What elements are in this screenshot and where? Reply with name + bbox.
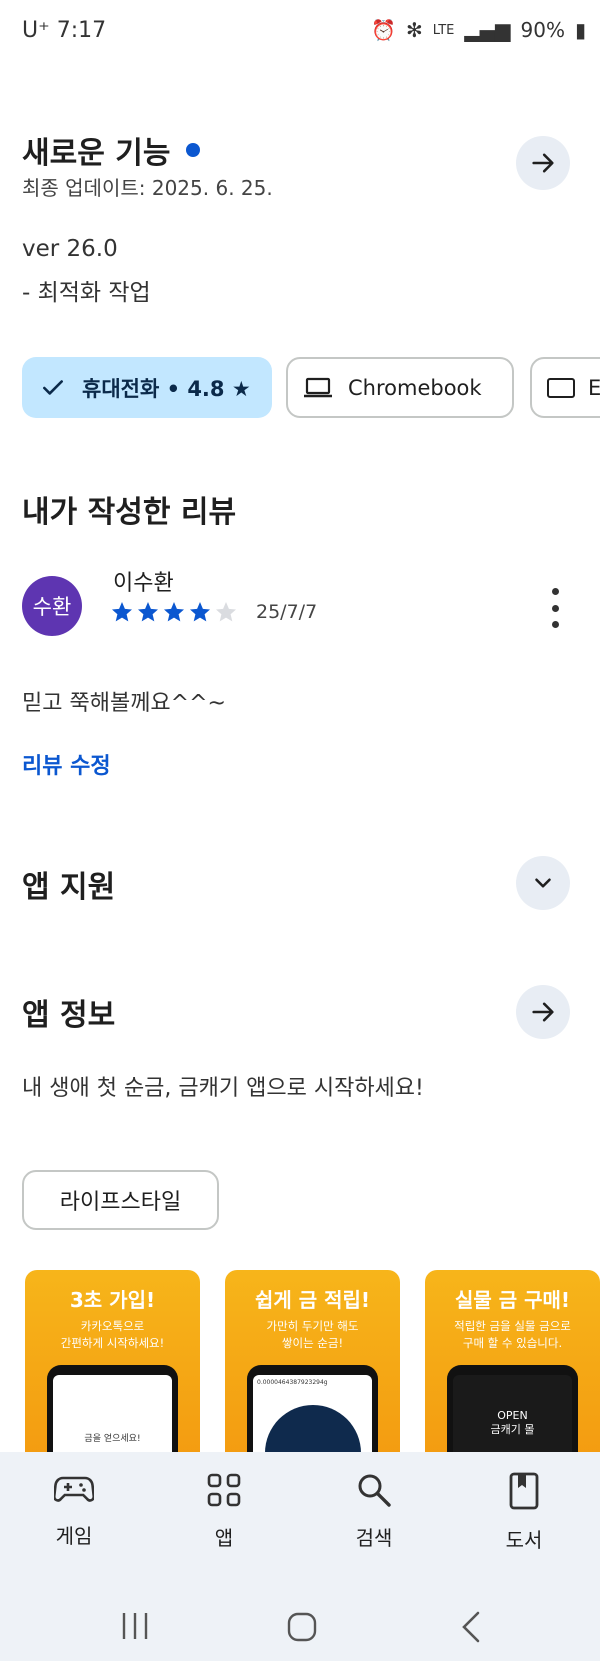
recents-icon[interactable] bbox=[120, 1611, 150, 1641]
nav-apps[interactable]: 앱 bbox=[174, 1472, 274, 1551]
avatar: 수환 bbox=[22, 576, 82, 636]
release-notes: - 최적화 작업 bbox=[22, 280, 151, 306]
star-icon bbox=[190, 602, 210, 622]
gold-counter: 0.0000464387923294g bbox=[257, 1379, 328, 1386]
clock: 7:17 bbox=[56, 18, 107, 43]
my-review-title: 내가 작성한 리뷰 bbox=[22, 495, 237, 530]
category-chip[interactable]: 라이프스타일 bbox=[22, 1170, 219, 1230]
app-support-title: 앱 지원 bbox=[22, 870, 116, 905]
review-text: 믿고 쭉해볼께요^^~ bbox=[22, 691, 226, 716]
battery-icon: ▮ bbox=[574, 18, 586, 42]
nav-games-label: 게임 bbox=[55, 1524, 93, 1548]
status-icons: ⏰ ✻ LTE ▂▄▆ 90% ▮ bbox=[371, 18, 586, 42]
arrow-right-icon bbox=[532, 1002, 554, 1022]
phone-screen: OPEN 금캐기 몰 bbox=[453, 1375, 572, 1453]
whats-new-header[interactable]: 새로운 기능 bbox=[22, 128, 200, 172]
version-text: ver 26.0 bbox=[22, 236, 118, 262]
home-icon[interactable] bbox=[286, 1611, 318, 1643]
star-icon bbox=[216, 602, 236, 622]
chip-phone-label: 휴대전화 • 4.8 ★ bbox=[82, 376, 251, 401]
more-dot-icon bbox=[551, 604, 559, 612]
app-info-title: 앱 정보 bbox=[22, 998, 116, 1033]
chip-phone[interactable]: 휴대전화 • 4.8 ★ bbox=[22, 357, 272, 418]
screenshot-carousel[interactable]: 3초 가입! 카카오톡으로 간편하게 시작하세요! 금을 얻으세요! 쉽게 금 … bbox=[25, 1270, 600, 1453]
chevron-down-icon bbox=[535, 878, 551, 888]
app-info-arrow-button[interactable] bbox=[516, 985, 570, 1039]
lte-label: LTE bbox=[432, 22, 455, 38]
phone-mockup: 금을 얻으세요! bbox=[47, 1365, 178, 1453]
screenshot-subtitle: 적립한 금을 실물 금으로 구매 할 수 있습니다. bbox=[454, 1319, 571, 1350]
carrier-label: U⁺ bbox=[22, 18, 50, 43]
nav-apps-label: 앱 bbox=[214, 1526, 234, 1550]
more-options-button[interactable] bbox=[540, 588, 570, 628]
bottom-navigation: 게임 앱 검색 도서 bbox=[0, 1452, 600, 1661]
whats-new-arrow-button[interactable] bbox=[516, 136, 570, 190]
gold-dial-graphic bbox=[265, 1405, 361, 1453]
book-icon bbox=[509, 1472, 539, 1510]
review-date: 25/7/7 bbox=[256, 601, 318, 623]
screenshot-headline: 쉽게 금 적립! bbox=[254, 1288, 371, 1312]
screenshot-headline: 실물 금 구매! bbox=[454, 1288, 571, 1312]
phone-screen: 금을 얻으세요! bbox=[53, 1375, 172, 1453]
screenshot-2[interactable]: 쉽게 금 적립! 가만히 두기만 해도 쌓이는 순금! 0.0000464387… bbox=[225, 1270, 400, 1453]
nav-search-label: 검색 bbox=[355, 1526, 393, 1550]
more-dot-icon bbox=[551, 621, 559, 628]
screen-caption: 금을 얻으세요! bbox=[84, 1434, 141, 1444]
apps-grid-icon bbox=[207, 1473, 241, 1507]
search-icon bbox=[358, 1474, 391, 1507]
star-icon bbox=[164, 602, 184, 622]
nav-books[interactable]: 도서 bbox=[474, 1472, 574, 1553]
more-dot-icon bbox=[551, 588, 559, 595]
chip-chromebook[interactable]: Chromebook bbox=[286, 357, 514, 418]
check-icon bbox=[43, 379, 63, 395]
nav-search[interactable]: 검색 bbox=[324, 1472, 424, 1551]
chip-tablet[interactable]: E bbox=[530, 357, 600, 418]
nav-books-label: 도서 bbox=[505, 1528, 543, 1552]
edit-review-link[interactable]: 리뷰 수정 bbox=[22, 748, 111, 780]
phone-mockup: OPEN 금캐기 몰 bbox=[447, 1365, 578, 1453]
new-dot bbox=[185, 143, 200, 157]
screenshot-1[interactable]: 3초 가입! 카카오톡으로 간편하게 시작하세요! 금을 얻으세요! bbox=[25, 1270, 200, 1453]
bluetooth-icon: ✻ bbox=[406, 18, 423, 42]
review-author: 이수환 bbox=[113, 571, 174, 596]
arrow-right-icon bbox=[532, 153, 554, 173]
whats-new-title: 새로운 기능 bbox=[22, 136, 171, 171]
system-navigation-bar bbox=[0, 1597, 600, 1657]
app-support-expand-button[interactable] bbox=[516, 856, 570, 910]
chip-tablet-label: E bbox=[588, 375, 600, 400]
last-updated: 최종 업데이트: 2025. 6. 25. bbox=[22, 176, 273, 200]
screenshot-headline: 3초 가입! bbox=[69, 1288, 156, 1312]
screenshot-subtitle: 카카오톡으로 간편하게 시작하세요! bbox=[60, 1319, 165, 1350]
tablet-icon bbox=[547, 377, 575, 398]
alarm-icon: ⏰ bbox=[371, 18, 396, 42]
chip-chromebook-label: Chromebook bbox=[348, 375, 482, 400]
review-rating: 25/7/7 bbox=[110, 600, 317, 624]
status-time: U⁺ 7:17 bbox=[22, 18, 106, 43]
laptop-icon bbox=[304, 377, 332, 397]
gamepad-icon bbox=[53, 1476, 95, 1502]
phone-screen: 0.0000464387923294g bbox=[253, 1375, 372, 1453]
nav-games[interactable]: 게임 bbox=[24, 1472, 124, 1549]
screenshot-subtitle: 가만히 두기만 해도 쌓이는 순금! bbox=[266, 1319, 359, 1350]
screenshot-3[interactable]: 실물 금 구매! 적립한 금을 실물 금으로 구매 할 수 있습니다. OPEN… bbox=[425, 1270, 600, 1453]
phone-mockup: 0.0000464387923294g bbox=[247, 1365, 378, 1453]
back-icon[interactable] bbox=[458, 1611, 484, 1643]
star-rating bbox=[110, 600, 238, 624]
app-description: 내 생애 첫 순금, 금캐기 앱으로 시작하세요! bbox=[22, 1076, 424, 1101]
status-bar: U⁺ 7:17 ⏰ ✻ LTE ▂▄▆ 90% ▮ bbox=[0, 0, 600, 70]
mall-open-text: OPEN 금캐기 몰 bbox=[490, 1409, 535, 1436]
signal-icon: ▂▄▆ bbox=[464, 18, 511, 42]
star-icon bbox=[112, 602, 132, 622]
star-icon bbox=[138, 602, 158, 622]
battery-text: 90% bbox=[520, 18, 565, 42]
